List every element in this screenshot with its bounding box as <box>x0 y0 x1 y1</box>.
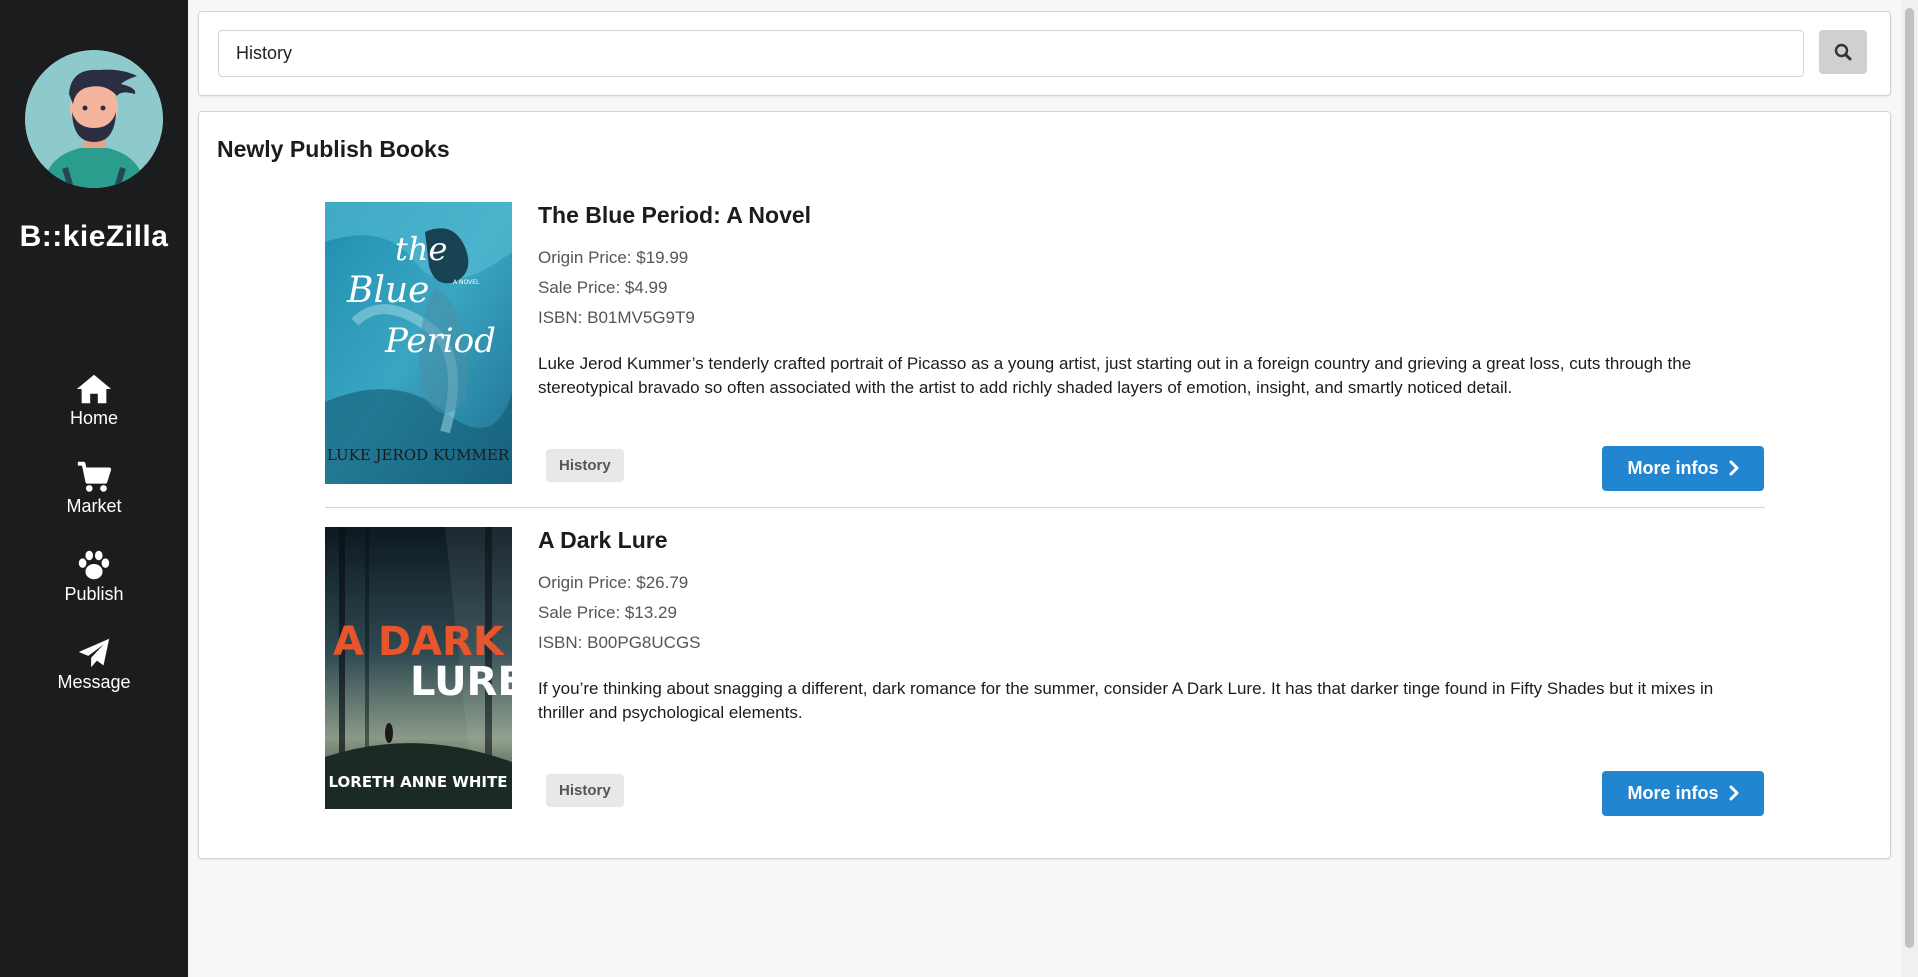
book-item: A DARK LURE LORETH ANNE WHITE A Dark Lur… <box>325 527 1765 816</box>
more-infos-label: More infos <box>1627 783 1719 803</box>
sale-price: Sale Price: $13.29 <box>538 603 677 622</box>
isbn: ISBN: B01MV5G9T9 <box>538 308 695 327</box>
book-cover[interactable]: A DARK LURE LORETH ANNE WHITE <box>325 527 512 809</box>
more-infos-button[interactable]: More infos <box>1602 446 1764 491</box>
search-bar <box>198 11 1891 96</box>
origin-price: Origin Price: $19.99 <box>538 248 689 267</box>
more-infos-label: More infos <box>1627 458 1719 478</box>
scrollbar-thumb[interactable] <box>1905 8 1914 948</box>
search-icon <box>1834 43 1852 61</box>
search-button[interactable] <box>1819 30 1867 74</box>
chevron-right-icon <box>1729 460 1738 476</box>
cover-title-word: Blue <box>346 270 429 311</box>
cover-title-line: LURE <box>410 659 512 705</box>
book-description: Luke Jerod Kummer’s tenderly crafted por… <box>538 354 1692 397</box>
book-title[interactable]: A Dark Lure <box>538 527 668 554</box>
category-tag: History <box>546 449 624 482</box>
cover-title-word: Period <box>384 321 496 361</box>
cart-icon <box>77 461 112 492</box>
origin-price: Origin Price: $26.79 <box>538 573 689 592</box>
scrollbar[interactable] <box>1901 0 1918 977</box>
sidebar-item-market[interactable]: Market <box>0 460 188 517</box>
book-item: the Blue Period A NOVEL LUKE JEROD KUMME… <box>325 202 1765 491</box>
cover-author: LUKE JEROD KUMMER <box>327 446 510 464</box>
sidebar-item-home[interactable]: Home <box>0 372 188 429</box>
search-input[interactable] <box>218 30 1804 77</box>
book-description: If you’re thinking about snagging a diff… <box>538 679 1714 722</box>
chevron-right-icon <box>1729 785 1738 801</box>
sidebar-item-label: Message <box>57 672 131 692</box>
more-infos-button[interactable]: More infos <box>1602 771 1764 816</box>
cover-title-word: the <box>395 230 447 268</box>
cover-subtitle: A NOVEL <box>453 279 480 286</box>
sidebar-item-message[interactable]: Message <box>0 636 188 693</box>
isbn: ISBN: B00PG8UCGS <box>538 633 701 652</box>
book-cover[interactable]: the Blue Period A NOVEL LUKE JEROD KUMME… <box>325 202 512 484</box>
sidebar-item-label: Publish <box>64 584 124 604</box>
sidebar-item-publish[interactable]: Publish <box>0 548 188 605</box>
paper-plane-icon <box>78 638 110 668</box>
book-cover-art: A DARK LURE LORETH ANNE WHITE <box>325 527 512 809</box>
book-title[interactable]: The Blue Period: A Novel <box>538 202 811 229</box>
cover-author: LORETH ANNE WHITE <box>329 773 508 791</box>
divider <box>325 507 1765 508</box>
books-panel: Newly Publish Books the Blue Period A NO… <box>198 111 1891 859</box>
category-tag: History <box>546 774 624 807</box>
brand-title: B::kieZilla <box>19 220 169 253</box>
sidebar: B::kieZilla Home Market Publish Message <box>0 0 188 977</box>
sale-price: Sale Price: $4.99 <box>538 278 668 297</box>
avatar-illustration <box>25 50 163 188</box>
book-cover-art: the Blue Period A NOVEL LUKE JEROD KUMME… <box>325 202 512 484</box>
avatar <box>25 50 163 188</box>
sidebar-item-label: Market <box>66 496 122 516</box>
section-title: Newly Publish Books <box>217 136 450 162</box>
paw-icon <box>78 550 110 580</box>
sidebar-item-label: Home <box>69 408 118 428</box>
home-icon <box>76 374 112 404</box>
